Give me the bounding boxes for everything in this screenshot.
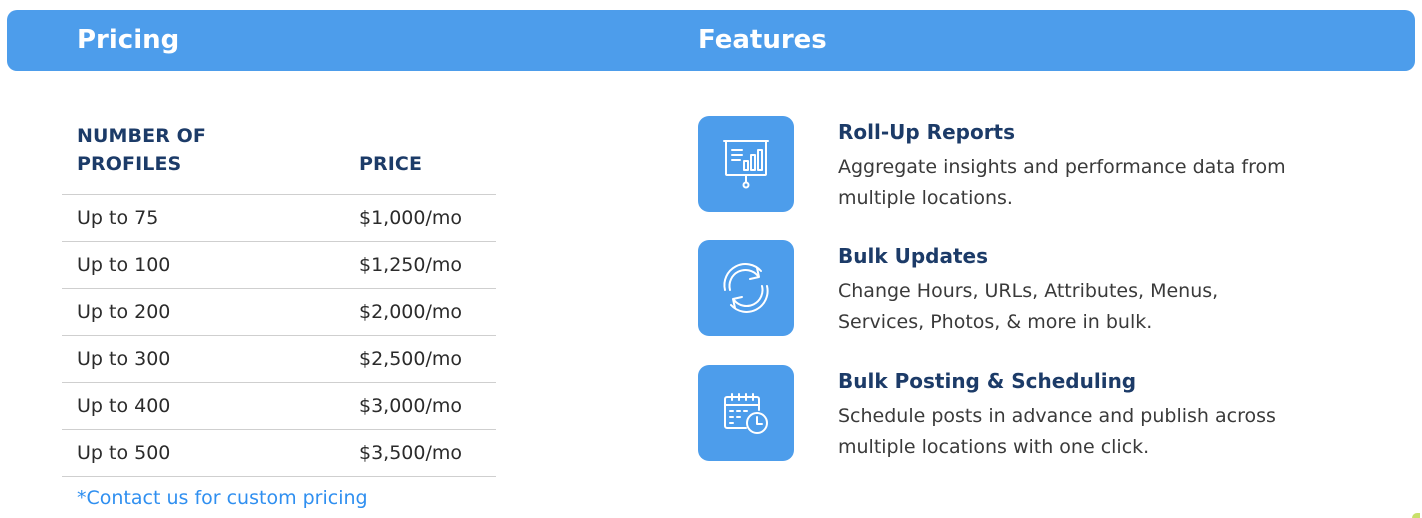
profiles-cell: Up to 100 [77, 254, 171, 276]
features-heading: Features [698, 25, 827, 55]
price-cell: $1,250/mo [359, 254, 463, 276]
presentation-chart-icon [723, 139, 769, 189]
corner-decoration [1412, 513, 1420, 518]
feature-title: Bulk Updates [838, 244, 988, 268]
price-cell: $3,500/mo [359, 442, 463, 464]
profiles-cell: Up to 500 [77, 442, 171, 464]
column-header-price: PRICE [359, 153, 423, 175]
feature-description: Schedule posts in advance and publish ac… [838, 405, 1276, 458]
feature-bulk-posting-scheduling: Bulk Posting & Scheduling Schedule posts… [698, 365, 1398, 461]
price-cell: $1,000/mo [359, 207, 463, 229]
feature-description: Change Hours, URLs, Attributes, Menus, S… [838, 280, 1219, 333]
profiles-cell: Up to 75 [77, 207, 159, 229]
table-row: Up to 300 $2,500/mo [62, 336, 496, 383]
price-cell: $2,000/mo [359, 301, 463, 323]
feature-title: Roll-Up Reports [838, 120, 1016, 144]
custom-pricing-link[interactable]: *Contact us for custom pricing [77, 484, 368, 512]
feature-title: Bulk Posting & Scheduling [838, 369, 1137, 393]
profiles-cell: Up to 300 [77, 348, 171, 370]
table-row: Up to 100 $1,250/mo [62, 242, 496, 289]
pricing-heading: Pricing [77, 25, 180, 55]
feature-description: Aggregate insights and performance data … [838, 156, 1286, 209]
column-header-profiles: NUMBER OF PROFILES [77, 125, 206, 175]
table-row: Up to 500 $3,500/mo [62, 430, 496, 477]
calendar-clock-icon [722, 390, 770, 436]
pricing-table: NUMBER OF PROFILES PRICE Up to 75 $1,000… [62, 116, 496, 477]
table-row: Up to 400 $3,000/mo [62, 383, 496, 430]
table-header-row: NUMBER OF PROFILES PRICE [62, 116, 496, 195]
feature-icon-tile [698, 365, 794, 461]
feature-icon-tile [698, 116, 794, 212]
section-header-bar: Pricing Features [7, 10, 1415, 71]
price-cell: $3,000/mo [359, 395, 463, 417]
table-row: Up to 75 $1,000/mo [62, 195, 496, 242]
price-cell: $2,500/mo [359, 348, 463, 370]
table-row: Up to 200 $2,000/mo [62, 289, 496, 336]
profiles-cell: Up to 200 [77, 301, 171, 323]
feature-icon-tile [698, 240, 794, 336]
profiles-cell: Up to 400 [77, 395, 171, 417]
feature-bulk-updates: Bulk Updates Change Hours, URLs, Attribu… [698, 240, 1398, 336]
refresh-icon [720, 262, 772, 314]
feature-roll-up-reports: Roll-Up Reports Aggregate insights and p… [698, 116, 1398, 212]
